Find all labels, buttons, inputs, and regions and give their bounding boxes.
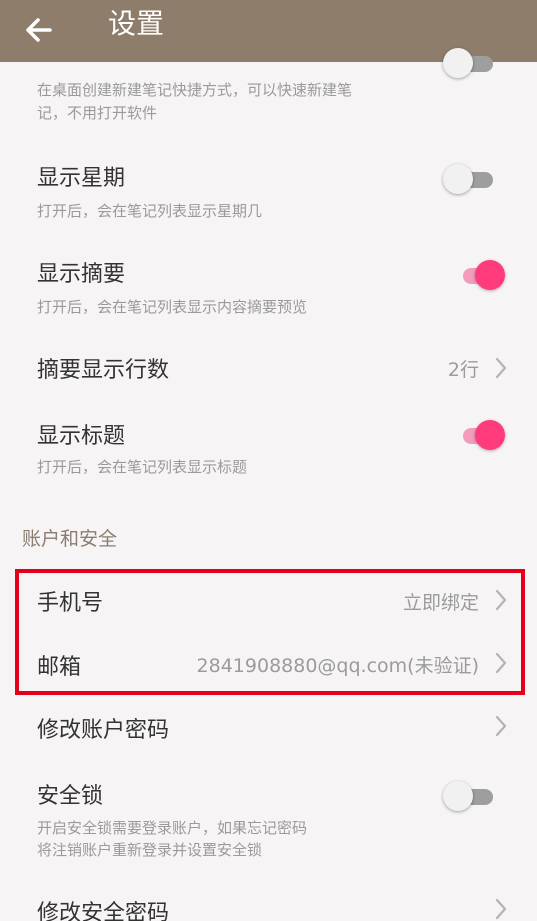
setting-row-show-title[interactable]: 显示标题 打开后，会在笔记列表显示标题 xyxy=(0,408,537,488)
security-lock-description-line1: 开启安全锁需要登录账户，如果忘记密码 xyxy=(37,819,308,837)
page-title: 设置 xyxy=(108,7,165,40)
setting-row-change-security-password[interactable]: 修改安全密码 xyxy=(0,884,537,921)
show-title-toggle[interactable] xyxy=(453,420,505,450)
summary-lines-value: 2行 xyxy=(447,359,479,381)
section-header-account-security: 账户和安全 xyxy=(22,528,118,550)
show-summary-toggle[interactable] xyxy=(453,260,505,290)
security-lock-description-line2: 将注销账户重新登录并设置安全锁 xyxy=(37,841,263,859)
summary-lines-label: 摘要显示行数 xyxy=(37,358,170,383)
show-title-description: 打开后，会在笔记列表显示标题 xyxy=(37,458,248,476)
shortcut-description-line2: 记，不用打开软件 xyxy=(37,104,158,122)
show-summary-label: 显示摘要 xyxy=(37,262,126,287)
toggle-knob xyxy=(475,260,505,290)
toggle-knob xyxy=(443,781,473,811)
chevron-right-icon xyxy=(495,898,507,920)
security-lock-label: 安全锁 xyxy=(37,784,104,809)
setting-row-change-account-password[interactable]: 修改账户密码 xyxy=(0,700,537,752)
setting-row-shortcut[interactable]: 在桌面创建新建笔记快捷方式，可以快速新建笔 记，不用打开软件 xyxy=(0,48,537,132)
show-title-label: 显示标题 xyxy=(37,424,126,449)
change-security-password-label: 修改安全密码 xyxy=(37,901,170,921)
chevron-right-icon xyxy=(495,715,507,737)
show-week-toggle[interactable] xyxy=(443,164,495,194)
setting-row-show-summary[interactable]: 显示摘要 打开后，会在笔记列表显示内容摘要预览 xyxy=(0,246,537,326)
setting-row-summary-lines[interactable]: 摘要显示行数 2行 xyxy=(0,340,537,396)
toggle-knob xyxy=(475,420,505,450)
setting-row-security-lock[interactable]: 安全锁 开启安全锁需要登录账户，如果忘记密码 将注销账户重新登录并设置安全锁 xyxy=(0,766,537,866)
back-arrow-icon[interactable] xyxy=(22,10,62,50)
show-summary-description: 打开后，会在笔记列表显示内容摘要预览 xyxy=(37,298,308,316)
setting-row-show-week[interactable]: 显示星期 打开后，会在笔记列表显示星期几 xyxy=(0,150,537,230)
highlight-box xyxy=(15,569,525,695)
change-account-password-label: 修改账户密码 xyxy=(37,718,170,743)
toggle-knob xyxy=(443,48,473,78)
security-lock-toggle[interactable] xyxy=(443,781,495,811)
show-week-label: 显示星期 xyxy=(37,166,126,191)
chevron-right-icon xyxy=(495,357,507,379)
shortcut-description-line1: 在桌面创建新建笔记快捷方式，可以快速新建笔 xyxy=(37,81,353,99)
show-week-description: 打开后，会在笔记列表显示星期几 xyxy=(37,202,263,220)
shortcut-toggle[interactable] xyxy=(443,48,495,78)
toggle-knob xyxy=(443,164,473,194)
